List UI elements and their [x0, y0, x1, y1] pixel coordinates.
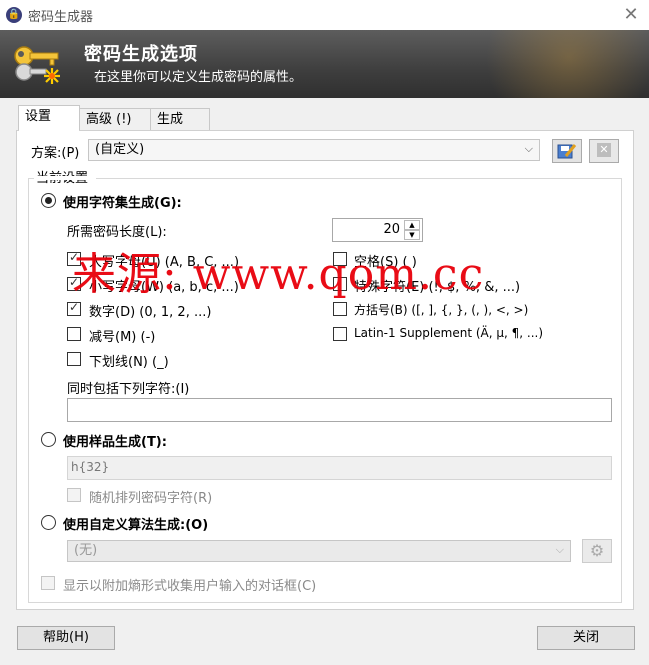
digits-label[interactable]: 数字(D) (0, 1, 2, ...) [89, 301, 211, 320]
delete-icon: ✕ [597, 143, 611, 157]
brackets-label[interactable]: 方括号(B) ([, ], {, }, (, ), <, >) [354, 301, 528, 318]
custom-algorithm-select[interactable]: (无) ⌵ [67, 540, 571, 562]
underline-label[interactable]: 下划线(N) (_) [89, 351, 169, 370]
watermark-text: 来源: www.qom.cc [72, 249, 485, 300]
include-chars-input[interactable] [67, 398, 612, 422]
gear-icon: ⚙ [589, 541, 605, 560]
brackets-checkbox[interactable] [333, 302, 347, 316]
digits-checkbox[interactable] [67, 300, 81, 316]
lock-icon: 🔒 [6, 7, 22, 23]
banner-title: 密码生成选项 [84, 44, 198, 65]
entropy-label[interactable]: 显示以附加熵形式收集用户输入的对话框(C) [63, 575, 316, 594]
spin-up-icon[interactable]: ▲ [404, 220, 420, 230]
help-button[interactable]: 帮助(H) [17, 626, 115, 650]
close-button[interactable]: 关闭 [537, 626, 635, 650]
custom-algorithm-value: (无) [74, 543, 98, 558]
permute-label[interactable]: 随机排列密码字符(R) [89, 487, 212, 506]
custom-algorithm-radio[interactable] [41, 515, 56, 530]
window-title: 密码生成器 [28, 10, 94, 25]
save-profile-button[interactable] [552, 139, 582, 163]
charset-radio[interactable] [41, 193, 56, 208]
banner-subtitle: 在这里你可以定义生成密码的属性。 [94, 70, 303, 85]
delete-profile-button[interactable]: ✕ [589, 139, 619, 163]
title-bar: 🔒 密码生成器 ✕ [0, 0, 649, 30]
include-chars-label: 同时包括下列字符:(I) [67, 382, 190, 397]
algorithm-settings-button[interactable]: ⚙ [582, 539, 612, 563]
tab-generate[interactable]: 生成 [150, 108, 210, 130]
latin1-label[interactable]: Latin-1 Supplement (Ä, µ, ¶, ...) [354, 326, 543, 340]
length-value[interactable]: 20 [383, 222, 400, 237]
pattern-radio[interactable] [41, 432, 56, 447]
pattern-input[interactable]: h{32} [67, 456, 612, 480]
custom-algorithm-radio-label[interactable]: 使用自定义算法生成:(O) [63, 514, 208, 533]
chevron-down-icon: ⌵ [524, 142, 533, 155]
key-generator-icon [14, 46, 60, 84]
tab-advanced[interactable]: 高级 (!) [79, 108, 151, 130]
pattern-radio-label[interactable]: 使用样品生成(T): [63, 431, 167, 450]
profile-label: 方案:(P) [31, 146, 80, 161]
charset-radio-label[interactable]: 使用字符集生成(G): [63, 192, 182, 211]
underline-checkbox[interactable] [67, 352, 81, 366]
entropy-checkbox[interactable] [41, 576, 55, 590]
permute-checkbox[interactable] [67, 488, 81, 502]
close-window-button[interactable]: ✕ [618, 3, 644, 27]
minus-label[interactable]: 减号(M) (-) [89, 326, 155, 345]
latin1-checkbox[interactable] [333, 327, 347, 341]
save-pencil-icon [557, 144, 577, 159]
minus-checkbox[interactable] [67, 327, 81, 341]
profile-value: (自定义) [95, 142, 145, 157]
header-banner: 密码生成选项 在这里你可以定义生成密码的属性。 [0, 30, 649, 98]
profile-select[interactable]: (自定义) ⌵ [88, 139, 540, 161]
chevron-down-icon: ⌵ [555, 543, 564, 556]
